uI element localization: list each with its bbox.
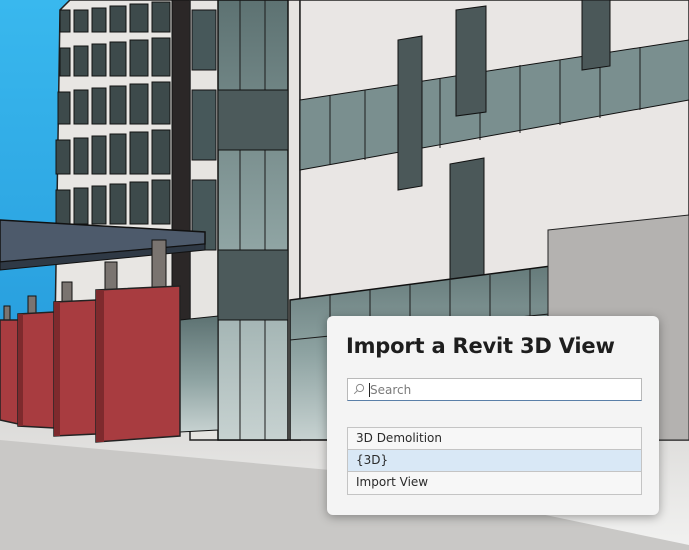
search-icon xyxy=(353,383,365,395)
view-list: 3D Demolition {3D} Import View xyxy=(347,427,642,495)
list-item-import-view[interactable]: Import View xyxy=(348,472,641,494)
list-item-3d[interactable]: {3D} xyxy=(348,450,641,472)
search-input[interactable] xyxy=(370,379,635,400)
import-revit-3d-view-dialog: Import a Revit 3D View 3D Demolition {3D… xyxy=(327,316,659,515)
dialog-title: Import a Revit 3D View xyxy=(346,334,615,358)
search-field[interactable] xyxy=(347,378,642,401)
list-item-3d-demolition[interactable]: 3D Demolition xyxy=(348,428,641,450)
